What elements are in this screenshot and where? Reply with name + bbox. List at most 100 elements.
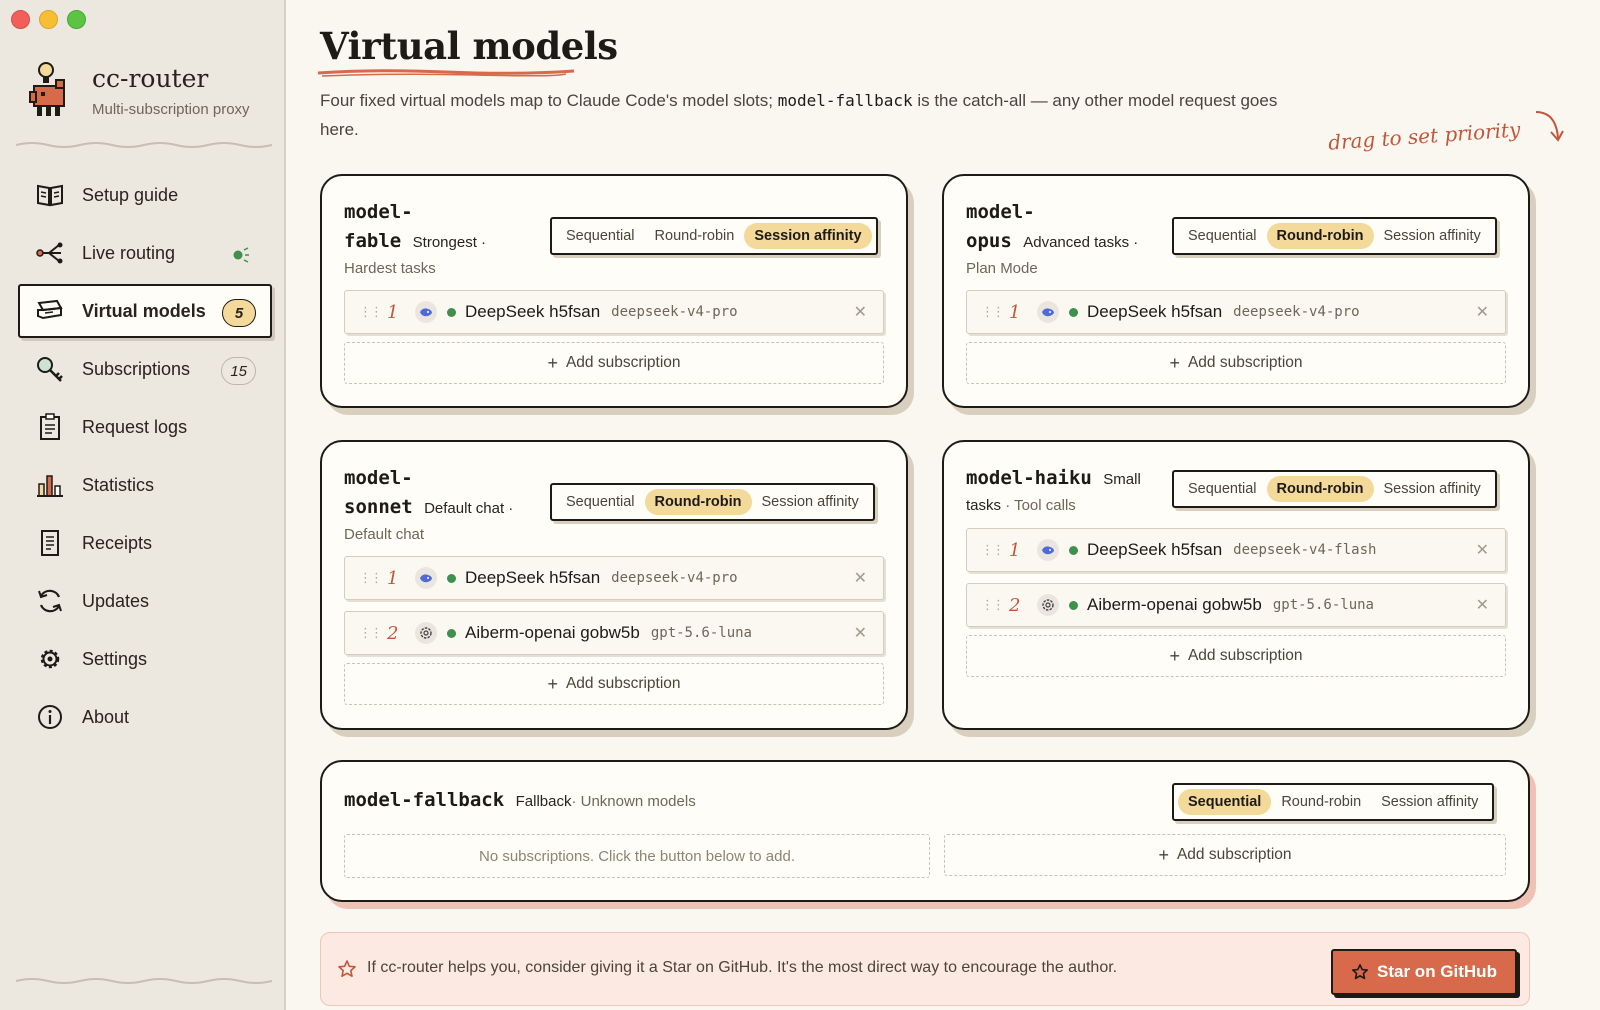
whale-icon	[415, 301, 437, 323]
empty-subscriptions-message: No subscriptions. Click the button below…	[344, 834, 930, 878]
strategy-selector: Sequential Round-robin Session affinity	[550, 217, 878, 255]
router-logo-icon	[29, 62, 65, 116]
sidebar-item-label: About	[82, 706, 130, 727]
star-on-github-button[interactable]: Star on GitHub	[1331, 949, 1517, 995]
receipt-icon	[34, 527, 66, 559]
model-tag: Default chat ·	[424, 500, 514, 517]
model-tag: Small	[1103, 471, 1141, 488]
strategy-round-robin[interactable]: Round-robin	[1271, 789, 1371, 815]
strategy-session-affinity[interactable]: Session affinity	[752, 489, 869, 515]
strategy-sequential[interactable]: Sequential	[1178, 789, 1272, 815]
sidebar-nav: Setup guide Live routing Virtual models …	[18, 168, 272, 748]
divider	[16, 978, 272, 984]
add-subscription-label: Add subscription	[565, 354, 681, 371]
add-subscription-label: Add subscription	[565, 675, 681, 692]
plus-icon: +	[1169, 352, 1180, 373]
sidebar-item-label: Subscriptions	[82, 358, 191, 379]
remove-icon[interactable]: ✕	[1476, 540, 1489, 560]
model-description: Default chat	[344, 526, 425, 543]
status-dot	[1069, 307, 1078, 317]
model-name: model-sonnet Default chat ·	[344, 464, 564, 523]
add-subscription-button[interactable]: + Add subscription	[966, 342, 1506, 384]
strategy-session-affinity[interactable]: Session affinity	[744, 223, 872, 249]
model-name-part: model-fallback	[344, 789, 505, 811]
refresh-icon	[34, 585, 66, 617]
strategy-sequential[interactable]: Sequential	[556, 223, 645, 249]
subscription-row[interactable]: ⋮⋮ 1 DeepSeek h5fsan deepseek-v4-pro ✕	[966, 290, 1506, 334]
sidebar-item-request-logs[interactable]: Request logs	[18, 400, 272, 454]
sidebar-item-virtual-models[interactable]: Virtual models 5	[18, 284, 272, 338]
sidebar-item-live-routing[interactable]: Live routing	[18, 226, 272, 280]
sidebar-item-label: Virtual models	[82, 300, 206, 321]
drag-handle-icon[interactable]: ⋮⋮	[359, 304, 383, 320]
priority-number: 1	[1009, 301, 1021, 323]
card-header: model-haiku Small tasks · Tool calls	[966, 464, 1186, 518]
add-subscription-button[interactable]: + Add subscription	[966, 635, 1506, 677]
strategy-selector: Sequential Round-robin Session affinity	[1172, 783, 1495, 821]
drag-handle-icon[interactable]: ⋮⋮	[981, 304, 1005, 320]
model-tag: tasks	[966, 497, 1002, 514]
strategy-selector: Sequential Round-robin Session affinity	[550, 483, 875, 521]
sidebar-item-subscriptions[interactable]: Subscriptions 15	[18, 342, 272, 396]
add-subscription-button[interactable]: + Add subscription	[344, 663, 884, 705]
subscription-row[interactable]: ⋮⋮ 2 Aiberm-openai gobw5b gpt-5.6-luna ✕	[344, 611, 884, 655]
model-tag: Strongest ·	[412, 234, 487, 251]
remove-icon[interactable]: ✕	[1476, 302, 1489, 322]
subscription-row[interactable]: ⋮⋮ 1 DeepSeek h5fsan deepseek-v4-flash ✕	[966, 528, 1506, 572]
strategy-session-affinity[interactable]: Session affinity	[1374, 223, 1491, 249]
layers-icon	[34, 295, 66, 327]
key-icon	[34, 353, 66, 385]
main-content: Virtual models Four fixed virtual models…	[286, 0, 1600, 1010]
drag-handle-icon[interactable]: ⋮⋮	[359, 570, 383, 586]
sidebar-item-settings[interactable]: Settings	[18, 632, 272, 686]
add-subscription-button[interactable]: + Add subscription	[344, 342, 884, 384]
remove-icon[interactable]: ✕	[854, 623, 867, 643]
add-subscription-button[interactable]: + Add subscription	[944, 834, 1506, 876]
remove-icon[interactable]: ✕	[1476, 595, 1489, 615]
subscriptions-count-badge: 15	[221, 357, 256, 385]
drag-handle-icon[interactable]: ⋮⋮	[981, 597, 1005, 613]
remove-icon[interactable]: ✕	[854, 568, 867, 588]
subscription-name: DeepSeek h5fsan	[1087, 540, 1223, 559]
openai-icon	[415, 622, 437, 644]
page-title: Virtual models	[320, 24, 618, 68]
sidebar-item-label: Request logs	[82, 416, 188, 437]
subscription-row[interactable]: ⋮⋮ 2 Aiberm-openai gobw5b gpt-5.6-luna ✕	[966, 583, 1506, 627]
clipboard-icon	[34, 411, 66, 443]
strategy-sequential[interactable]: Sequential	[1178, 476, 1267, 502]
strategy-round-robin[interactable]: Round-robin	[1266, 223, 1374, 249]
sidebar-item-setup-guide[interactable]: Setup guide	[18, 168, 272, 222]
sidebar-item-about[interactable]: About	[18, 690, 272, 744]
strategy-sequential[interactable]: Sequential	[556, 489, 645, 515]
subscription-row[interactable]: ⋮⋮ 1 DeepSeek h5fsan deepseek-v4-pro ✕	[344, 556, 884, 600]
bar-chart-icon	[34, 469, 66, 501]
strategy-round-robin[interactable]: Round-robin	[645, 223, 745, 249]
sidebar: cc-router Multi-subscription proxy Setup…	[0, 0, 286, 1010]
strategy-round-robin[interactable]: Round-robin	[644, 489, 752, 515]
virtual-model-card-fable: model-fable Strongest · Hardest tasks Se…	[320, 174, 908, 408]
routing-icon	[34, 237, 66, 269]
add-subscription-label: Add subscription	[1187, 647, 1303, 664]
status-dot	[447, 628, 456, 638]
github-star-banner: If cc-router helps you, consider giving …	[320, 932, 1530, 1006]
strategy-session-affinity[interactable]: Session affinity	[1371, 789, 1488, 815]
sidebar-item-receipts[interactable]: Receipts	[18, 516, 272, 570]
strategy-selector: Sequential Round-robin Session affinity	[1172, 470, 1497, 508]
drag-handle-icon[interactable]: ⋮⋮	[359, 625, 383, 641]
remove-icon[interactable]: ✕	[854, 302, 867, 322]
subscription-row[interactable]: ⋮⋮ 1 DeepSeek h5fsan deepseek-v4-pro ✕	[344, 290, 884, 334]
model-name-part: opus	[966, 230, 1012, 252]
strategy-round-robin[interactable]: Round-robin	[1266, 476, 1374, 502]
close-window-button[interactable]	[11, 10, 30, 29]
drag-handle-icon[interactable]: ⋮⋮	[981, 542, 1005, 558]
zoom-window-button[interactable]	[67, 10, 86, 29]
priority-number: 2	[1009, 594, 1021, 616]
minimize-window-button[interactable]	[39, 10, 58, 29]
app-subtitle: Multi-subscription proxy	[92, 101, 250, 118]
sidebar-item-label: Updates	[82, 590, 150, 611]
drag-hint: drag to set priority	[1326, 117, 1521, 155]
sidebar-item-statistics[interactable]: Statistics	[18, 458, 272, 512]
strategy-session-affinity[interactable]: Session affinity	[1374, 476, 1491, 502]
strategy-sequential[interactable]: Sequential	[1178, 223, 1267, 249]
sidebar-item-updates[interactable]: Updates	[18, 574, 272, 628]
